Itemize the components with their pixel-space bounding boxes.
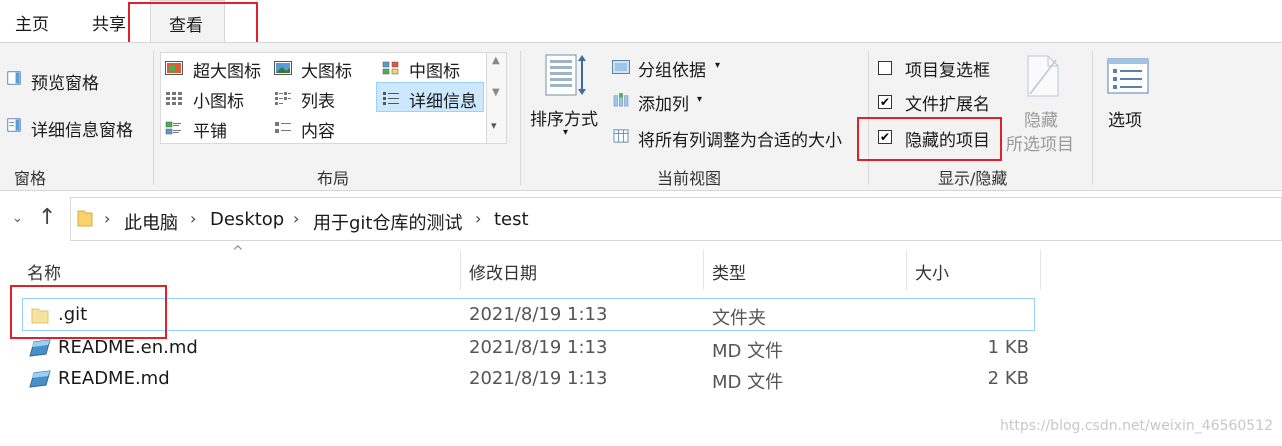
- view-extra-large-icons[interactable]: 超大图标: [193, 57, 261, 82]
- small-icons-icon: [166, 92, 182, 105]
- file-type: MD 文件: [712, 372, 784, 393]
- extra-large-icons-icon: [165, 61, 183, 75]
- current-view-group-label: 当前视图: [657, 169, 722, 188]
- sort-ascending-icon: ^: [232, 244, 244, 260]
- up-arrow-icon[interactable]: ↑: [38, 205, 56, 230]
- options-icon: [1107, 58, 1149, 94]
- expand-gallery-icon[interactable]: ▾: [491, 119, 497, 132]
- md-file-icon: [29, 370, 51, 388]
- file-name[interactable]: README.md: [58, 368, 170, 389]
- tiles-view-icon: [165, 121, 181, 135]
- hide-selected-items-icon: [1027, 55, 1059, 97]
- content-view-icon: [275, 122, 291, 133]
- breadcrumb-chevron-icon[interactable]: ›: [190, 209, 196, 228]
- file-size: 1 KB: [987, 337, 1029, 358]
- file-size: 2 KB: [987, 368, 1029, 389]
- file-extensions-label[interactable]: 文件扩展名: [905, 90, 990, 115]
- file-modified: 2021/8/19 1:13: [469, 337, 608, 358]
- recent-locations-icon[interactable]: ⌄: [12, 211, 23, 226]
- view-details[interactable]: 详细信息: [409, 87, 477, 112]
- column-divider[interactable]: [1040, 250, 1041, 290]
- show-hide-group-label: 显示/隐藏: [938, 169, 1008, 188]
- column-divider[interactable]: [703, 250, 704, 290]
- view-content[interactable]: 内容: [301, 117, 335, 142]
- divider: [1092, 51, 1093, 185]
- hide-selected-line1[interactable]: 隐藏: [1024, 106, 1058, 131]
- list-view-icon: [275, 92, 291, 105]
- preview-pane-button[interactable]: 预览窗格: [31, 69, 99, 94]
- layout-group-label: 布局: [317, 169, 350, 188]
- group-by-button[interactable]: 分组依据: [638, 56, 706, 81]
- file-name[interactable]: README.en.md: [58, 337, 198, 358]
- highlight-box-git-folder: [10, 285, 167, 339]
- highlight-box-hidden-items: [857, 117, 1002, 161]
- file-type: MD 文件: [712, 341, 784, 362]
- column-header-name[interactable]: 名称: [27, 259, 61, 284]
- hide-selected-line2[interactable]: 所选项目: [1006, 130, 1074, 155]
- view-tiles[interactable]: 平铺: [193, 117, 227, 142]
- layout-gallery-scroll[interactable]: ▲ ▼ ▾: [487, 52, 507, 144]
- divider: [153, 51, 154, 185]
- file-type: 文件夹: [712, 308, 766, 329]
- scroll-down-icon[interactable]: ▼: [492, 87, 500, 98]
- breadcrumb-this-pc[interactable]: 此电脑: [124, 209, 178, 235]
- tab-share[interactable]: 共享: [92, 10, 126, 35]
- md-file-icon: [29, 339, 51, 357]
- add-columns-icon: [613, 93, 629, 107]
- divider: [520, 51, 521, 185]
- add-columns-button[interactable]: 添加列: [638, 90, 689, 115]
- item-checkboxes-label[interactable]: 项目复选框: [905, 56, 990, 81]
- add-columns-dropdown-icon: ▾: [697, 94, 703, 105]
- panes-group-label: 窗格: [14, 169, 47, 188]
- file-modified: 2021/8/19 1:13: [469, 368, 608, 389]
- scroll-up-icon[interactable]: ▲: [492, 55, 500, 66]
- file-modified: 2021/8/19 1:13: [469, 304, 608, 325]
- breadcrumb-chevron-icon[interactable]: ›: [104, 209, 110, 228]
- view-list[interactable]: 列表: [301, 87, 335, 112]
- breadcrumb-test[interactable]: test: [494, 209, 529, 230]
- breadcrumb-test-repo[interactable]: 用于git仓库的测试: [313, 209, 462, 235]
- options-button[interactable]: 选项: [1108, 106, 1142, 131]
- breadcrumb-chevron-icon[interactable]: ›: [475, 209, 481, 228]
- folder-icon: [77, 210, 93, 227]
- details-pane-icon: [7, 118, 21, 132]
- column-divider[interactable]: [906, 250, 907, 290]
- breadcrumb-chevron-icon[interactable]: ›: [293, 209, 299, 228]
- details-view-icon: [383, 92, 399, 105]
- view-small-icons[interactable]: 小图标: [193, 87, 244, 112]
- group-by-icon: [612, 60, 630, 74]
- size-columns-icon: [613, 129, 629, 143]
- tab-home[interactable]: 主页: [15, 10, 49, 35]
- view-medium-icons[interactable]: 中图标: [409, 57, 460, 82]
- column-header-modified[interactable]: 修改日期: [469, 259, 537, 284]
- watermark: https://blog.csdn.net/weixin_46560512: [1000, 418, 1274, 434]
- column-divider[interactable]: [460, 250, 461, 290]
- preview-pane-icon: [7, 71, 21, 85]
- large-icons-icon: [274, 61, 292, 75]
- size-all-columns-button[interactable]: 将所有列调整为合适的大小: [638, 126, 842, 151]
- column-header-type[interactable]: 类型: [712, 259, 746, 284]
- sort-by-dropdown-icon: ▾: [563, 127, 569, 138]
- column-header-size[interactable]: 大小: [915, 259, 949, 284]
- breadcrumb-desktop[interactable]: Desktop: [210, 209, 284, 230]
- details-pane-button[interactable]: 详细信息窗格: [31, 116, 133, 141]
- view-large-icons[interactable]: 大图标: [301, 57, 352, 82]
- group-by-dropdown-icon: ▾: [715, 60, 721, 71]
- ribbon: 预览窗格 详细信息窗格 窗格 ▲ ▼ ▾ 超大图标 大图标 中图标 小图标 列表…: [0, 42, 1282, 191]
- item-checkboxes-checkbox[interactable]: [878, 61, 892, 75]
- medium-icons-icon: [382, 61, 399, 75]
- file-extensions-checkbox[interactable]: ✔: [878, 95, 892, 109]
- sort-by-icon: [545, 54, 586, 96]
